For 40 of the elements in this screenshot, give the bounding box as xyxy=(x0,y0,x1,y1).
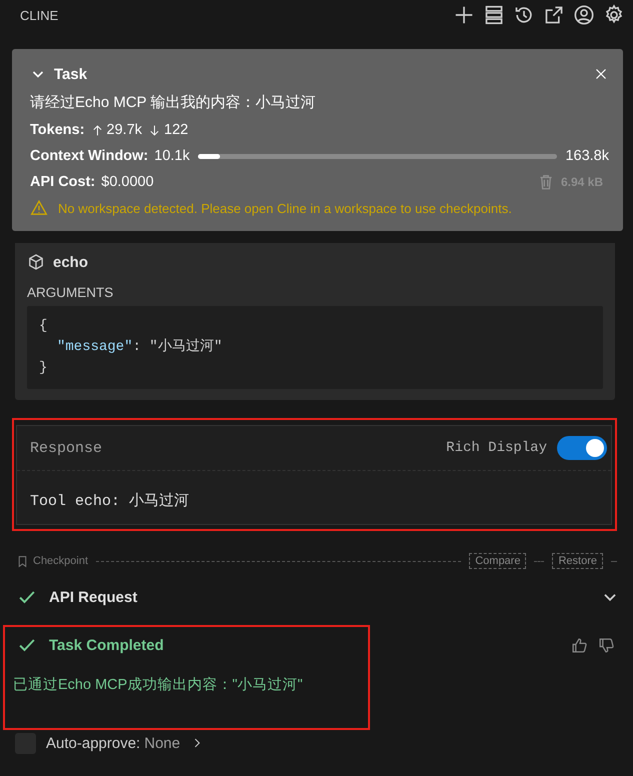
checkpoint-button[interactable]: Compare xyxy=(469,553,526,569)
context-window-label: Context Window: xyxy=(30,148,148,164)
tokens-label: Tokens: xyxy=(30,122,85,138)
auto-approve-toggle[interactable]: Auto-approve: None xyxy=(46,734,180,752)
task-prompt: 请经过Echo MCP 输出我的内容：小马过河 xyxy=(30,92,316,112)
api-request-title: API Request xyxy=(49,588,138,606)
completion-message: 已通过Echo MCP成功输出内容："小马过河" xyxy=(12,676,304,694)
response-text: Tool echo: 小马过河 xyxy=(30,493,190,510)
code-line: } xyxy=(39,359,48,378)
settings-icon[interactable] xyxy=(603,4,625,26)
arrow-down-icon xyxy=(148,124,162,136)
thumbs-down-icon[interactable] xyxy=(598,637,615,654)
bookmark-icon xyxy=(16,554,29,568)
code-line: { xyxy=(39,317,48,336)
code-line: "message": "小马过河" xyxy=(56,338,224,357)
account-icon[interactable] xyxy=(573,4,595,26)
open-in-editor-icon[interactable] xyxy=(543,4,565,26)
panel-title: CLINE xyxy=(20,8,58,22)
checkpoint-button[interactable]: Restore xyxy=(552,553,603,569)
workspace-warning: No workspace detected. Please open Cline in a workspace to use checkpoints. xyxy=(58,200,512,216)
arguments-label: ARGUMENTS xyxy=(27,285,114,300)
checkpoint-label: Checkpoint xyxy=(33,555,88,567)
warning-icon xyxy=(30,199,48,217)
api-cost-label: API Cost: xyxy=(30,174,96,190)
server-icon[interactable] xyxy=(483,4,505,26)
rich-display-toggle[interactable] xyxy=(557,436,607,460)
tokens-in: 29.7k xyxy=(106,122,142,138)
api-cost: $0.0000 xyxy=(101,174,154,190)
task-title: Task xyxy=(54,66,88,82)
thumbs-up-icon[interactable] xyxy=(571,637,588,654)
arrow-up-icon xyxy=(90,124,104,136)
new-task-button[interactable] xyxy=(453,4,475,26)
context-used: 10.1k xyxy=(154,148,190,164)
response-title: Response xyxy=(30,440,102,456)
context-total: 163.8k xyxy=(565,148,609,164)
task-completed-title: Task Completed xyxy=(49,636,164,654)
rich-display-label: Rich Display xyxy=(446,440,547,456)
tokens-out: 122 xyxy=(164,122,188,138)
tool-name: echo xyxy=(53,254,88,270)
cube-icon xyxy=(27,253,45,271)
